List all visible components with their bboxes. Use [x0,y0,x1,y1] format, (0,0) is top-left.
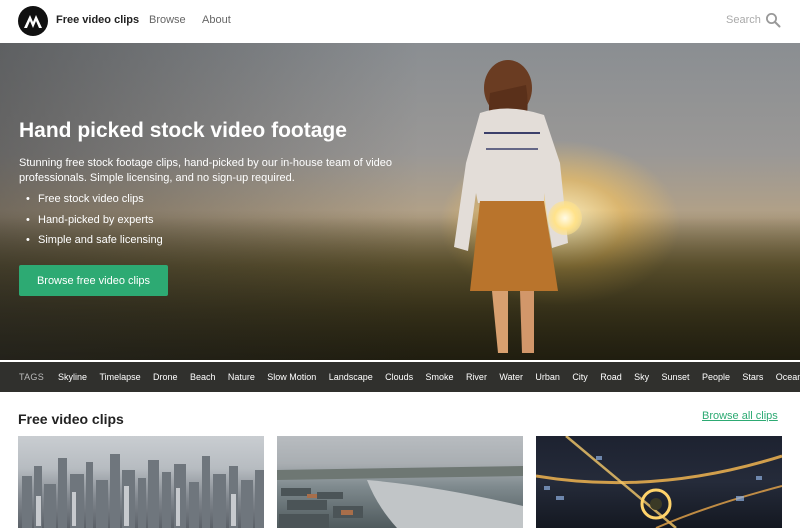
tag-link[interactable]: Ocean [776,372,800,382]
nav-browse-link[interactable]: Browse [149,14,186,26]
tags-bar: TAGS Skyline Timelapse Drone Beach Natur… [0,362,800,392]
section-title: Free video clips [18,411,124,427]
tag-link[interactable]: Slow Motion [267,372,316,382]
tag-link[interactable]: Smoke [426,372,454,382]
hero-feature-list: Free stock video clips Hand-picked by ex… [26,192,163,254]
tag-link[interactable]: People [702,372,730,382]
video-thumbnail-river-port[interactable] [277,436,523,528]
tag-link[interactable]: River [466,372,487,382]
tag-link[interactable]: Drone [153,372,178,382]
tag-link[interactable]: Road [600,372,622,382]
video-thumbnail-city-skyline[interactable] [18,436,264,528]
tag-link[interactable]: City [572,372,588,382]
hero-subtitle: Stunning free stock footage clips, hand-… [19,157,393,184]
tag-link[interactable]: Sunset [662,372,690,382]
tag-link[interactable]: Clouds [385,372,413,382]
hero-feature-item: Simple and safe licensing [26,233,163,254]
tag-link[interactable]: Stars [742,372,763,382]
tag-link[interactable]: Skyline [58,372,87,382]
hero-title: Hand picked stock video footage [19,119,347,142]
hero-banner: Hand picked stock video footage Stunning… [0,43,800,360]
tag-link[interactable]: Water [499,372,523,382]
brand-name[interactable]: Free video clips [56,14,139,26]
video-thumbnail-night-roundabout[interactable] [536,436,782,528]
tag-link[interactable]: Urban [535,372,560,382]
search-icon[interactable] [765,12,781,28]
city-skyline-image [22,454,264,528]
logo-icon[interactable] [18,6,48,36]
sun-glow [548,201,582,235]
night-roundabout-image [536,436,782,528]
tag-link[interactable]: Beach [190,372,216,382]
nav-about-link[interactable]: About [202,14,231,26]
hero-feature-item: Free stock video clips [26,192,163,213]
tag-link[interactable]: Timelapse [99,372,140,382]
browse-all-clips-link[interactable]: Browse all clips [702,410,778,422]
browse-clips-button[interactable]: Browse free video clips [19,265,168,296]
tag-link[interactable]: Sky [634,372,649,382]
search-input[interactable]: Search [726,14,761,26]
hero-feature-item: Hand-picked by experts [26,213,163,234]
tag-link[interactable]: Landscape [329,372,373,382]
tag-link[interactable]: Nature [228,372,255,382]
river-port-image [277,466,523,528]
tags-label: TAGS [19,372,45,382]
top-nav: Free video clips Browse About Search [0,0,800,43]
hero-person-image [454,60,568,353]
